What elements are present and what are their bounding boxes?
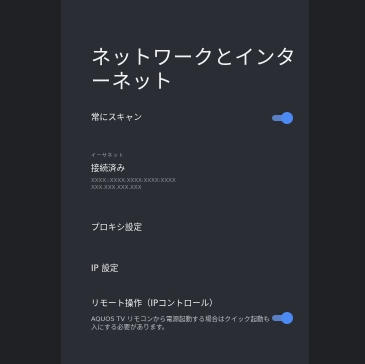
left-background [0,0,61,364]
toggle-thumb [281,312,293,324]
always-scan-label: 常にスキャン [91,113,143,123]
ip-settings-item[interactable]: IP 設定 [91,263,301,275]
ethernet-section-header: イーサネット [91,152,301,159]
section-header-label: イーサネット [91,153,124,159]
ethernet-ip-address: XXX.XXX.XXX.XXX [91,185,142,191]
ethernet-mac-address: XXXX::XXXX:XXXX:XXXX:XXXX [91,178,176,184]
remote-control-description: AQUOS TV リモコンから電源起動する場合はクイック起動も入にする必要があり… [91,315,270,331]
ethernet-status: 接続済み [91,164,126,174]
proxy-settings-item[interactable]: プロキシ設定 [91,222,301,234]
remote-control-toggle[interactable] [272,312,293,324]
right-background [309,0,365,364]
toggle-thumb [281,112,293,124]
remote-control-item[interactable]: リモート操作（IPコントロール） AQUOS TV リモコンから電源起動する場合… [91,298,301,331]
proxy-settings-label: プロキシ設定 [91,223,143,233]
remote-control-label: リモート操作（IPコントロール） [91,299,218,309]
page-title: ネットワークとインターネット [91,45,296,93]
always-scan-toggle[interactable] [272,112,293,124]
ethernet-item[interactable]: 接続済み XXXX::XXXX:XXXX:XXXX:XXXX XXX.XXX.X… [91,163,301,192]
always-scan-item[interactable]: 常にスキャン [91,112,301,124]
ip-settings-label: IP 設定 [91,264,119,274]
